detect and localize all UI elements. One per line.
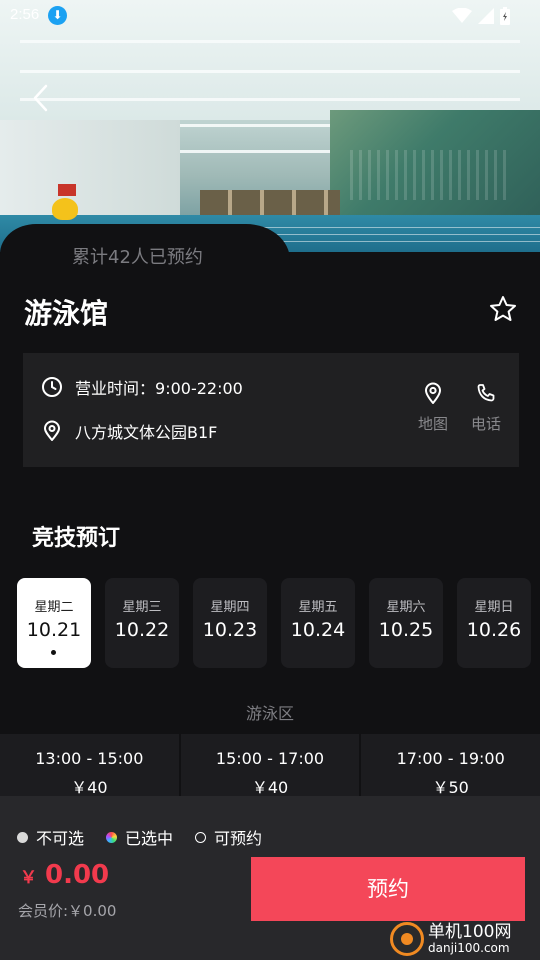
slot-time: 15:00 - 17:00 [215,749,325,768]
status-time: 2:56 [10,6,40,23]
selected-dot [51,650,56,655]
signal-icon [478,8,494,24]
hero-image [0,0,540,252]
price-amount: 0.00 [45,860,110,890]
hours-value: 9:00-22:00 [155,379,243,398]
download-icon: ⬇ [48,6,67,25]
wifi-icon [452,8,472,23]
date-card[interactable]: 星期日 10.26 [457,578,531,668]
legend-unavailable-label: 不可选 [36,829,85,848]
hero-wall-left [0,120,180,230]
hero-beam [20,98,520,101]
hero-duck [52,198,78,220]
total-price: ￥ 0.00 [20,860,109,890]
section-title: 竞技预订 [32,526,121,551]
date-day: 10.25 [378,619,434,641]
date-weekday: 星期三 [122,600,162,615]
date-card[interactable]: 星期四 10.23 [193,578,267,668]
map-pin-icon [425,382,441,404]
watermark-logo-icon [390,922,424,956]
date-day: 10.24 [290,619,346,641]
legend-available: 可预约 [195,825,262,849]
legend-available-label: 可预约 [214,829,263,848]
date-day: 10.21 [26,619,82,641]
watermark-name: 单机100网 [428,922,512,943]
map-label: 地图 [417,415,448,433]
date-weekday: 星期日 [474,600,514,615]
hero-beam [20,40,520,43]
date-weekday: 星期五 [298,600,338,615]
hero-windows [200,190,340,216]
legend-selected-label: 已选中 [125,829,174,848]
status-icons [452,7,510,25]
unavailable-dot-icon [17,831,28,843]
time-slot[interactable]: 17:00 - 19:00 ￥50 [361,734,540,798]
watermark: 单机100网 danji100.com [390,918,540,960]
hero-duck-sign [58,184,76,196]
date-weekday: 星期四 [210,600,250,615]
phone-icon [477,384,495,402]
time-slot[interactable]: 13:00 - 15:00 ￥40 [0,734,179,798]
date-day: 10.22 [114,619,170,641]
star-icon [490,296,516,321]
date-card[interactable]: 星期三 10.22 [105,578,179,668]
time-slot[interactable]: 15:00 - 17:00 ￥40 [180,734,360,798]
legend-selected: 已选中 [106,825,173,849]
slot-price: ￥50 [432,778,469,797]
date-selector: 星期二 10.21 星期三 10.22 星期四 10.23 星期五 10.24 … [17,578,540,670]
selected-dot-icon [106,831,118,843]
hours-text: 营业时间：9:00-22:00 [75,375,243,399]
favorite-button[interactable] [488,294,518,324]
hours-label: 营业时间： [75,379,156,398]
phone-button[interactable]: 电话 [464,381,508,434]
address-text: 八方城文体公园B1F [75,423,218,442]
address-row: 八方城文体公园B1F [41,419,217,443]
time-slots: 13:00 - 15:00 ￥40 15:00 - 17:00 ￥40 17:0… [0,734,540,798]
date-weekday: 星期六 [386,600,426,615]
hero-beam [150,150,360,153]
hours-row: 营业时间：9:00-22:00 [41,375,243,399]
slot-price: ￥40 [71,778,108,797]
venue-info-card: 营业时间：9:00-22:00 八方城文体公园B1F 地图 电话 [23,353,519,467]
member-price: 会员价:￥0.00 [18,902,117,920]
status-bar: 2:56 ⬇ [0,0,540,32]
venue-name: 游泳馆 [24,297,109,330]
date-card[interactable]: 星期五 10.24 [281,578,355,668]
back-button[interactable] [26,82,58,114]
slot-time: 17:00 - 19:00 [396,749,505,768]
zone-label: 游泳区 [245,704,294,723]
booking-count: 累计42人已预约 [72,247,203,268]
back-icon [33,84,48,112]
date-card[interactable]: 星期六 10.25 [369,578,443,668]
clock-icon [42,377,62,397]
hero-beam [20,70,520,73]
slot-legend: 不可选 已选中 可预约 [17,825,262,849]
slot-price: ￥40 [251,778,289,797]
slot-time: 13:00 - 15:00 [35,749,144,768]
available-dot-icon [195,831,207,843]
price-currency: ￥ [20,868,37,888]
hero-wall-right [330,110,540,230]
legend-unavailable: 不可选 [17,825,84,849]
date-card[interactable]: 星期二 10.21 [17,578,91,668]
book-button[interactable]: 预约 [251,857,525,921]
location-icon [44,420,60,441]
battery-icon [500,7,510,25]
date-day: 10.23 [202,619,258,641]
date-weekday: 星期二 [34,600,74,615]
phone-label: 电话 [470,415,501,433]
watermark-text: 单机100网 danji100.com [428,923,511,955]
watermark-domain: danji100.com [428,940,510,955]
map-button[interactable]: 地图 [411,381,455,434]
date-day: 10.26 [466,619,522,641]
